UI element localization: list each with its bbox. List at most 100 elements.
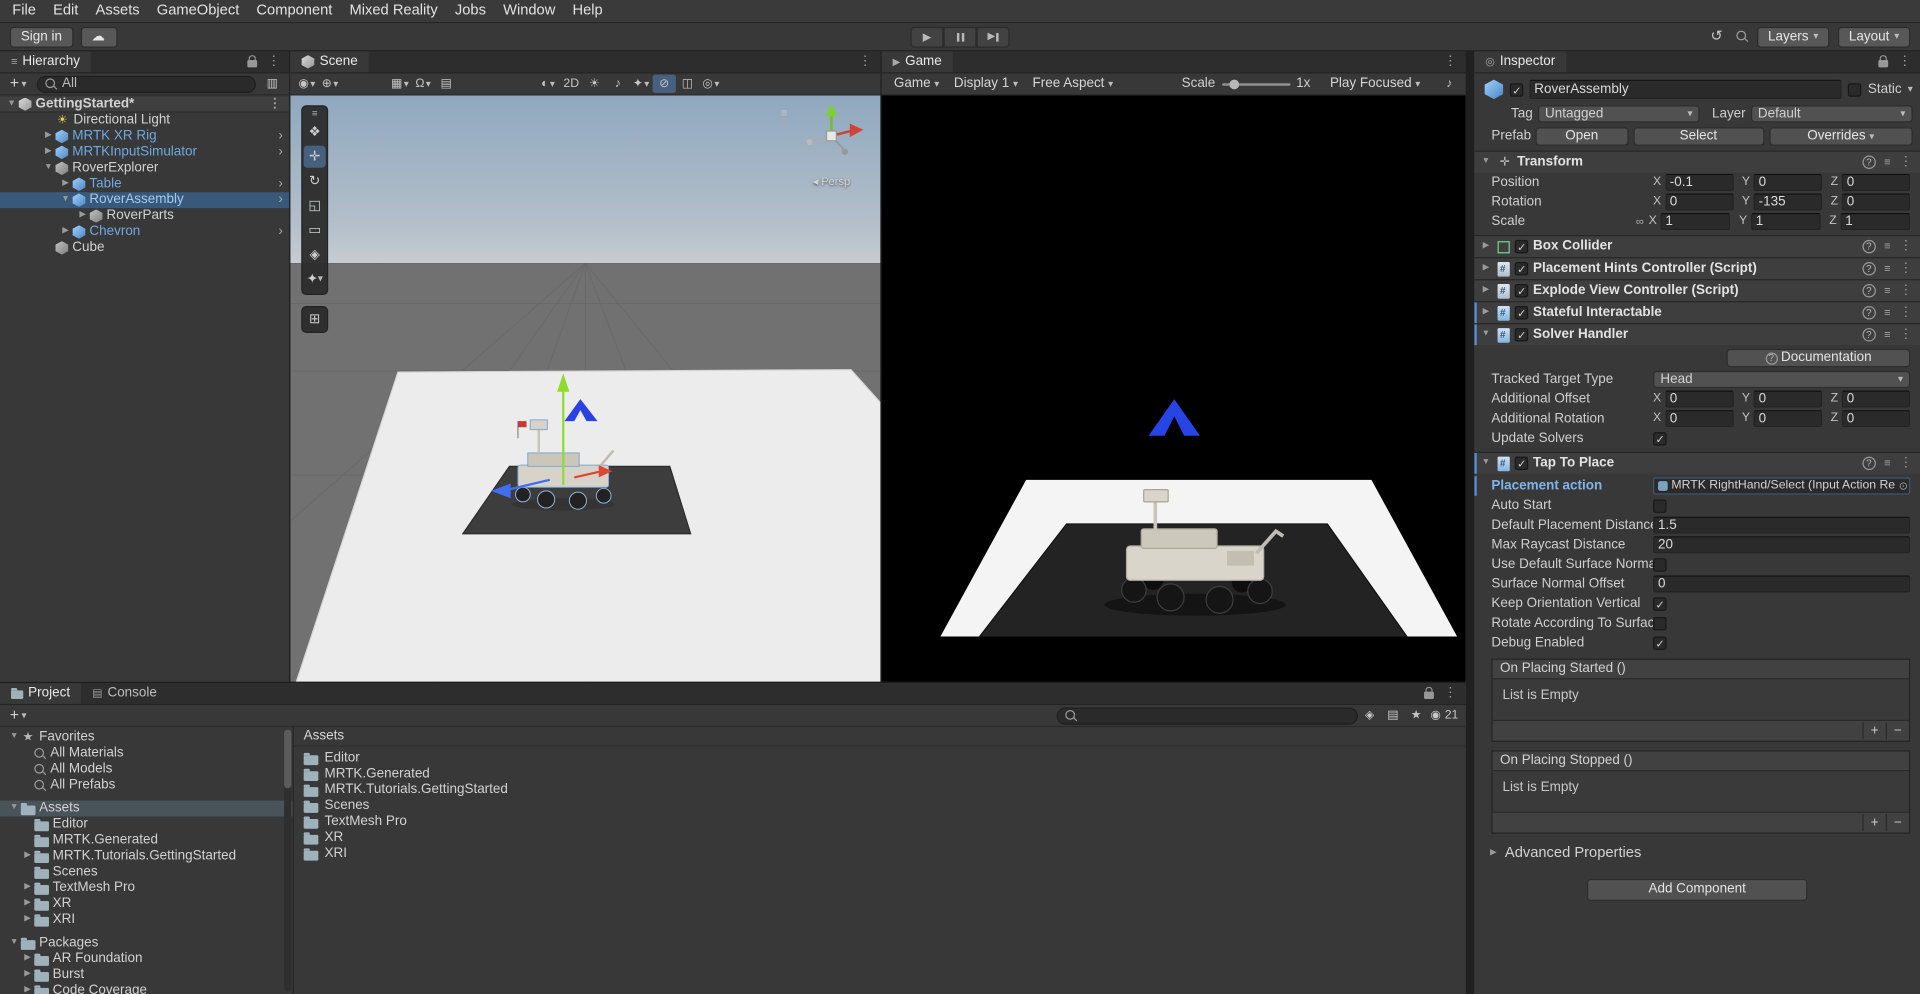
increment-snap-button[interactable]: ▤	[435, 75, 458, 93]
foldout-open-icon[interactable]: ▼	[1479, 157, 1492, 167]
move-tool-button[interactable]: ✛	[303, 145, 326, 168]
more-icon[interactable]: ⋮	[1899, 327, 1912, 342]
help-icon[interactable]: ?	[1862, 239, 1876, 254]
asset-folder-textmesh-pro[interactable]: TextMesh Pro	[294, 814, 1466, 830]
hierarchy-item-directional-light[interactable]: ☀ Directional Light	[0, 113, 289, 129]
favorite-all-materials[interactable]: All Materials	[0, 746, 293, 762]
2d-toggle[interactable]: 2D	[560, 75, 583, 93]
foldout-closed-icon[interactable]: ▶	[1479, 286, 1492, 296]
add-asset-button[interactable]: + ▾	[5, 705, 31, 724]
foldout-closed-icon[interactable]: ▶	[21, 954, 34, 964]
remove-event-button[interactable]: −	[1885, 814, 1909, 832]
favorites-root[interactable]: ▼ ★ Favorites	[0, 730, 293, 746]
presets-icon[interactable]: ≡	[1884, 240, 1890, 253]
foldout-closed-icon[interactable]: ▶	[59, 179, 72, 189]
more-icon[interactable]: ⋮	[1444, 686, 1457, 701]
orientation-overlay-handle[interactable]: ≡	[781, 107, 787, 120]
help-icon[interactable]: ?	[1862, 328, 1876, 342]
presets-icon[interactable]: ≡	[1884, 306, 1890, 319]
component-enabled-checkbox[interactable]	[1514, 306, 1529, 320]
rotation-y-field[interactable]: -135	[1753, 193, 1823, 211]
surface-normal-offset-field[interactable]: 0	[1653, 575, 1911, 593]
asset-folder-mrtk-tutorials[interactable]: MRTK.Tutorials.GettingStarted	[294, 782, 1466, 798]
tree-package-ar-foundation[interactable]: ▶ AR Foundation	[0, 951, 293, 967]
open-prefab-icon[interactable]: ›	[272, 192, 289, 207]
position-x-field[interactable]: -0.1	[1664, 173, 1734, 191]
debug-enabled-checkbox[interactable]	[1653, 635, 1667, 650]
snap-settings-dropdown[interactable]: Ω ▾	[411, 75, 434, 93]
tree-folder-mrtk-generated[interactable]: MRTK.Generated	[0, 832, 293, 848]
lock-icon[interactable]	[1878, 55, 1889, 68]
scale-slider[interactable]	[1221, 78, 1290, 89]
open-prefab-icon[interactable]: ›	[272, 145, 289, 160]
project-tree-scrollbar[interactable]	[284, 729, 292, 992]
additional-offset-z-field[interactable]: 0	[1841, 390, 1911, 408]
component-header-transform[interactable]: ▼ ✛ Transform ? ≡ ⋮	[1474, 150, 1920, 173]
foldout-closed-icon[interactable]: ▶	[1479, 264, 1492, 274]
more-icon[interactable]: ⋮	[1444, 54, 1457, 69]
default-placement-distance-field[interactable]: 1.5	[1653, 516, 1911, 534]
presets-icon[interactable]: ≡	[1884, 328, 1890, 341]
scale-tool-button[interactable]: ◱	[304, 195, 326, 217]
foldout-closed-icon[interactable]: ▶	[1479, 242, 1492, 252]
hierarchy-item-rover-assembly[interactable]: ▼ RoverAssembly ›	[0, 192, 289, 209]
foldout-open-icon[interactable]: ▼	[1479, 330, 1492, 340]
more-icon[interactable]: ⋮	[1898, 54, 1911, 69]
effects-dropdown[interactable]: ✦ ▾	[629, 75, 652, 93]
foldout-closed-icon[interactable]: ▶	[76, 211, 89, 221]
camera-settings-dropdown[interactable]: ◫	[676, 75, 699, 93]
pause-button[interactable]	[943, 26, 977, 48]
tree-package-code-coverage[interactable]: ▶ Code Coverage	[0, 983, 293, 994]
use-default-surface-normal-checkbox[interactable]	[1653, 557, 1667, 572]
menu-window[interactable]: Window	[495, 0, 564, 22]
asset-folder-mrtk-generated[interactable]: MRTK.Generated	[294, 766, 1466, 782]
foldout-open-icon[interactable]: ▼	[7, 733, 20, 743]
game-target-dropdown[interactable]: Game ▾	[887, 74, 947, 94]
tree-folder-textmesh-pro[interactable]: ▶ TextMesh Pro	[0, 880, 293, 896]
menu-edit[interactable]: Edit	[45, 0, 87, 22]
scene-canvas[interactable]	[290, 95, 881, 682]
play-mode-dropdown[interactable]: Play Focused ▾	[1323, 74, 1428, 94]
lock-icon[interactable]	[247, 55, 258, 68]
foldout-open-icon[interactable]: ▼	[7, 938, 20, 948]
tab-inspector[interactable]: ◎ Inspector	[1474, 51, 1567, 73]
presets-icon[interactable]: ≡	[1884, 156, 1890, 169]
remove-event-button[interactable]: −	[1885, 722, 1909, 740]
component-enabled-checkbox[interactable]	[1514, 456, 1529, 470]
prefab-select-button[interactable]: Select	[1632, 127, 1764, 146]
prefab-open-button[interactable]: Open	[1535, 127, 1628, 146]
scale-y-field[interactable]: 1	[1750, 213, 1821, 231]
more-icon[interactable]: ⋮	[267, 54, 280, 69]
hierarchy-item-mrtk-input-simulator[interactable]: ▶ MRTKInputSimulator ›	[0, 144, 289, 160]
detached-tool-button[interactable]: ⊞	[301, 306, 329, 333]
open-prefab-icon[interactable]: ›	[272, 224, 289, 239]
max-raycast-distance-field[interactable]: 20	[1653, 536, 1911, 554]
search-by-type-icon[interactable]: ◈	[1358, 706, 1381, 724]
help-icon[interactable]: ?	[1862, 283, 1876, 298]
additional-rotation-z-field[interactable]: 0	[1841, 410, 1911, 428]
foldout-closed-icon[interactable]: ▶	[1479, 308, 1492, 318]
asset-folder-xri[interactable]: XRI	[294, 846, 1466, 862]
foldout-closed-icon[interactable]: ▶	[59, 227, 72, 237]
overlay-handle[interactable]: ≡	[312, 107, 318, 120]
component-enabled-checkbox[interactable]	[1514, 284, 1529, 298]
hierarchy-item-rover-parts[interactable]: ▶ RoverParts	[0, 208, 289, 224]
lock-icon[interactable]	[1424, 686, 1434, 699]
tab-scene[interactable]: Scene	[290, 51, 369, 73]
presets-icon[interactable]: ≡	[1884, 262, 1890, 275]
scene-options-icon[interactable]: ⋮	[261, 96, 289, 111]
active-checkbox[interactable]	[1509, 82, 1524, 97]
scene-orientation-gizmo[interactable]: ◂ Persp	[797, 103, 866, 187]
favorite-all-prefabs[interactable]: All Prefabs	[0, 777, 293, 793]
tree-package-burst[interactable]: ▶ Burst	[0, 967, 293, 983]
tree-folder-editor[interactable]: Editor	[0, 817, 293, 833]
pivot-point-dropdown[interactable]: ◉ ▾	[295, 75, 318, 93]
foldout-open-icon[interactable]: ▼	[1479, 458, 1492, 468]
tab-console[interactable]: ▤ Console	[81, 683, 168, 704]
display-dropdown[interactable]: Display 1 ▾	[947, 74, 1026, 94]
component-header-solver-handler[interactable]: ▼ Solver Handler ?≡⋮	[1474, 323, 1920, 346]
help-icon[interactable]: ?	[1862, 155, 1876, 169]
tab-hierarchy[interactable]: ≡ Hierarchy	[0, 51, 92, 73]
foldout-closed-icon[interactable]: ▶	[21, 915, 34, 925]
menu-file[interactable]: File	[4, 0, 45, 22]
